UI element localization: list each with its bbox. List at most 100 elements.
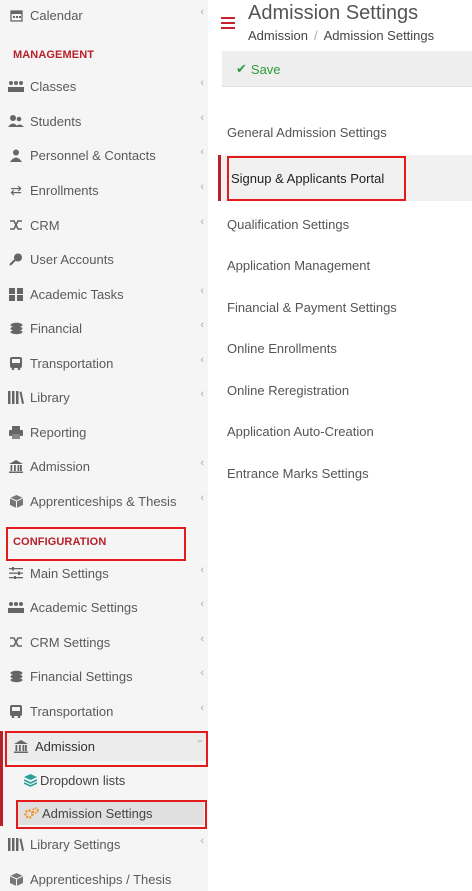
settings-item-financial-payment[interactable]: Financial & Payment Settings [227,300,397,315]
sidebar-item-label: CRM Settings [30,634,111,650]
chevron-down-icon: ‹ [194,739,207,743]
chevron-left-icon: ‹ [200,354,204,366]
sidebar-subitem-admission-settings[interactable]: Admission Settings [18,801,204,825]
sidebar-item-label: CRM [30,217,60,233]
breadcrumb-link-admission[interactable]: Admission [248,28,308,43]
settings-item-application-management[interactable]: Application Management [227,258,370,273]
bank-icon [12,739,30,753]
chevron-left-icon: ‹ [200,633,204,645]
sidebar-item-academic-tasks[interactable]: Academic Tasks ‹ [0,279,208,309]
sidebar-item-financial-settings[interactable]: Financial Settings ‹ [0,661,208,691]
sidebar-item-financial[interactable]: Financial ‹ [0,313,208,343]
sidebar-item-label: Classes [30,78,77,94]
sidebar-item-reporting[interactable]: Reporting [0,417,208,447]
sidebar-item-label: Transportation [30,355,114,371]
sidebar-item-label: Academic Settings [30,599,138,615]
chevron-left-icon: ‹ [200,564,204,576]
settings-item-general-admission[interactable]: General Admission Settings [227,125,387,140]
save-button[interactable]: ✔ Save [236,61,281,77]
menu-toggle-icon[interactable] [221,17,235,29]
sidebar-item-apprenticeships-thesis[interactable]: Apprenticeships / Thesis [0,864,208,891]
bank-icon [7,459,25,473]
sidebar-item-personnel[interactable]: Personnel & Contacts ‹ [0,140,208,170]
sidebar-item-academic-settings[interactable]: Academic Settings ‹ [0,592,208,622]
sidebar-item-transportation-settings[interactable]: Transportation ‹ [0,696,208,726]
chevron-left-icon: ‹ [200,216,204,228]
chevron-left-icon: ‹ [200,388,204,400]
sidebar-item-library-settings[interactable]: Library Settings ‹ [0,829,208,859]
chevron-left-icon: ‹ [200,702,204,714]
sidebar-item-label: Main Settings [30,565,109,581]
layers-icon [24,773,37,787]
bus-icon [7,356,25,370]
chevron-left-icon: ‹ [200,598,204,610]
bus-icon [7,704,25,718]
sidebar-item-label: Students [30,113,82,129]
sidebar-item-label: Apprenticeships & Thesis [30,493,177,509]
page-title: Admission Settings [248,2,419,24]
check-icon: ✔ [236,61,247,76]
sidebar-item-students[interactable]: Students ‹ [0,106,208,136]
toolbar: ✔ Save [222,51,472,87]
settings-active-indicator [218,155,221,201]
classes-icon [7,600,25,614]
library-icon [7,390,25,404]
enrollments-icon: ⇄ [10,181,22,198]
management-section-header: MANAGEMENT [13,49,95,61]
coins-icon [7,321,25,335]
chevron-left-icon: ‹ [200,835,204,847]
settings-item-online-enrollments[interactable]: Online Enrollments [227,341,337,356]
sidebar-item-transportation[interactable]: Transportation ‹ [0,348,208,378]
sliders-icon [7,566,25,580]
chevron-left-icon: ‹ [200,457,204,469]
sidebar-item-calendar[interactable]: Calendar ‹ [0,0,208,30]
sidebar-item-label: Enrollments [30,182,99,198]
sidebar-item-label: Financial Settings [30,668,133,684]
save-label: Save [250,61,281,77]
sidebar-item-crm-settings[interactable]: CRM Settings ‹ [0,627,208,657]
personnel-icon [7,148,25,162]
sidebar-item-main-settings[interactable]: Main Settings ‹ [0,558,208,588]
classes-icon [7,79,25,93]
cube-icon [7,872,25,886]
crm-icon [7,218,25,232]
chevron-left-icon: ‹ [200,319,204,331]
settings-item-application-auto-creation[interactable]: Application Auto-Creation [227,424,374,439]
chevron-left-icon: ‹ [200,146,204,158]
sidebar-item-user-accounts[interactable]: User Accounts [0,244,208,274]
settings-item-online-reregistration[interactable]: Online Reregistration [227,383,349,398]
settings-item-signup-portal[interactable]: Signup & Applicants Portal [231,171,384,186]
calendar-icon [7,8,25,22]
sidebar-subitem-label: Dropdown lists [40,772,126,788]
chevron-left-icon: ‹ [200,6,204,18]
cube-icon [7,494,25,508]
breadcrumb: Admission / Admission Settings [248,28,434,43]
key-icon [7,252,25,266]
settings-item-entrance-marks[interactable]: Entrance Marks Settings [227,466,369,481]
sidebar-item-label: Admission [35,738,95,754]
sidebar-item-label: Library Settings [30,836,121,852]
chevron-left-icon: ‹ [200,667,204,679]
sidebar-item-label: Apprenticeships / Thesis [30,871,172,887]
sidebar-item-label: Library [30,389,70,405]
chevron-left-icon: ‹ [200,285,204,297]
gears-icon [24,806,39,820]
sidebar: Calendar ‹ MANAGEMENT Classes ‹ Students… [0,0,208,891]
sidebar-item-crm[interactable]: CRM ‹ [0,210,208,240]
sidebar-item-library[interactable]: Library ‹ [0,382,208,412]
sidebar-item-label: User Accounts [30,251,114,267]
sidebar-subitem-dropdown-lists[interactable]: Dropdown lists [24,768,125,792]
chevron-left-icon: ‹ [200,112,204,124]
settings-item-qualification[interactable]: Qualification Settings [227,217,349,232]
sidebar-item-classes[interactable]: Classes ‹ [0,71,208,101]
sidebar-item-enrollments[interactable]: ⇄ Enrollments ‹ [0,175,208,205]
sidebar-item-apprenticeships[interactable]: Apprenticeships & Thesis ‹ [0,486,208,516]
sidebar-item-label: Financial [30,320,83,336]
sidebar-item-label: Calendar [30,7,83,23]
chevron-left-icon: ‹ [200,77,204,89]
sidebar-item-admission[interactable]: Admission ‹ [0,451,208,481]
tasks-icon [7,287,25,301]
sidebar-item-label: Reporting [30,424,87,440]
sidebar-item-admission-config[interactable]: Admission ‹ [4,731,208,761]
breadcrumb-separator: / [313,28,318,43]
